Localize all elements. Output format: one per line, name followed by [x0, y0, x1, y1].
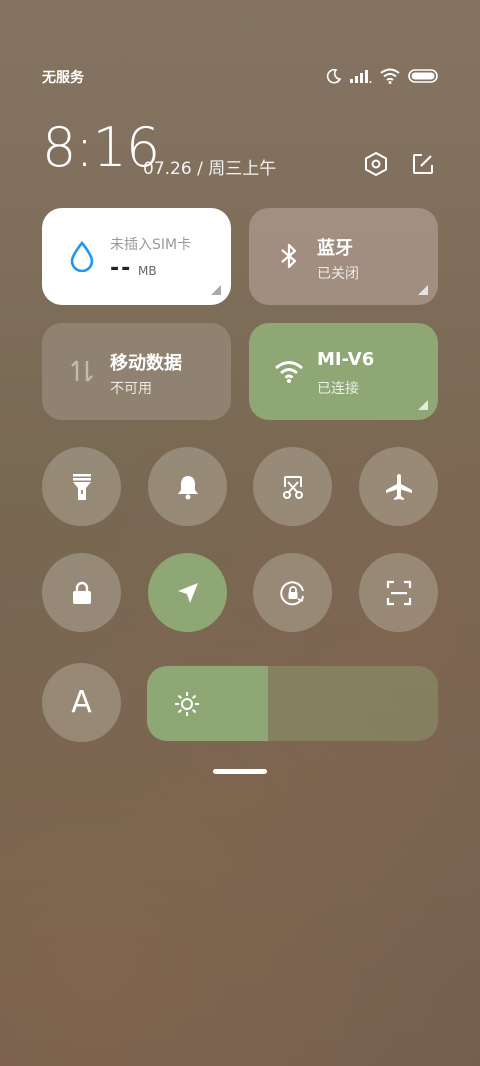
bluetooth-icon — [281, 243, 297, 269]
scanner-toggle[interactable] — [359, 553, 438, 632]
wifi-icon — [275, 361, 303, 383]
data-arrows-icon — [71, 360, 93, 382]
flashlight-icon — [72, 473, 91, 500]
expand-corner-icon — [418, 285, 428, 295]
water-drop-icon — [70, 240, 94, 272]
bluetooth-title: 蓝牙 — [317, 238, 353, 259]
wifi-title: MI-V6 — [317, 349, 375, 370]
silent-toggle[interactable] — [148, 447, 227, 526]
wifi-status: 已连接 — [317, 381, 359, 397]
sim-usage-value: -- — [110, 256, 133, 281]
brightness-fill — [147, 666, 268, 741]
auto-brightness-toggle[interactable]: A — [42, 663, 121, 742]
settings-button[interactable] — [360, 148, 392, 180]
mobile-data-status: 不可用 — [110, 381, 152, 397]
lock-screen-toggle[interactable] — [42, 553, 121, 632]
rotation-lock-icon — [279, 580, 304, 605]
bluetooth-status: 已关闭 — [317, 266, 359, 282]
date-label: 07.26 / 周三上午 — [143, 159, 277, 179]
moon-icon — [326, 68, 342, 84]
bluetooth-tile[interactable]: 蓝牙 已关闭 — [249, 208, 438, 305]
airplane-icon — [385, 473, 412, 500]
letter-a-icon: A — [71, 685, 92, 720]
sun-icon — [175, 692, 199, 716]
auto-rotate-toggle[interactable] — [253, 553, 332, 632]
sim-usage-unit: MB — [138, 264, 157, 278]
status-icons — [326, 64, 438, 88]
edit-button[interactable] — [407, 148, 439, 180]
settings-hex-icon — [365, 151, 387, 177]
location-toggle[interactable] — [148, 553, 227, 632]
signal-icon — [350, 70, 372, 83]
wifi-status-icon — [380, 68, 400, 84]
wifi-tile[interactable]: MI-V6 已连接 — [249, 323, 438, 420]
expand-corner-icon — [418, 400, 428, 410]
mobile-data-title: 移动数据 — [110, 353, 182, 374]
flashlight-toggle[interactable] — [42, 447, 121, 526]
expand-corner-icon — [211, 285, 221, 295]
edit-icon — [413, 154, 433, 174]
airplane-toggle[interactable] — [359, 447, 438, 526]
sim-title: 未插入SIM卡 — [110, 237, 192, 253]
mobile-data-tile[interactable]: 移动数据 不可用 — [42, 323, 231, 420]
scissors-screenshot-icon — [282, 475, 303, 499]
brightness-slider[interactable] — [147, 666, 438, 741]
status-bar: 无服务 — [42, 64, 438, 88]
clock-time: 8:16 — [42, 116, 160, 179]
sim-data-tile[interactable]: 未插入SIM卡 -- MB — [42, 208, 231, 305]
scan-icon — [386, 580, 411, 605]
bell-icon — [177, 475, 198, 499]
battery-icon — [408, 69, 438, 83]
lock-icon — [72, 581, 91, 604]
carrier-label: 无服务 — [42, 70, 84, 86]
screenshot-toggle[interactable] — [253, 447, 332, 526]
location-arrow-icon — [177, 582, 198, 603]
home-indicator[interactable] — [213, 769, 267, 774]
